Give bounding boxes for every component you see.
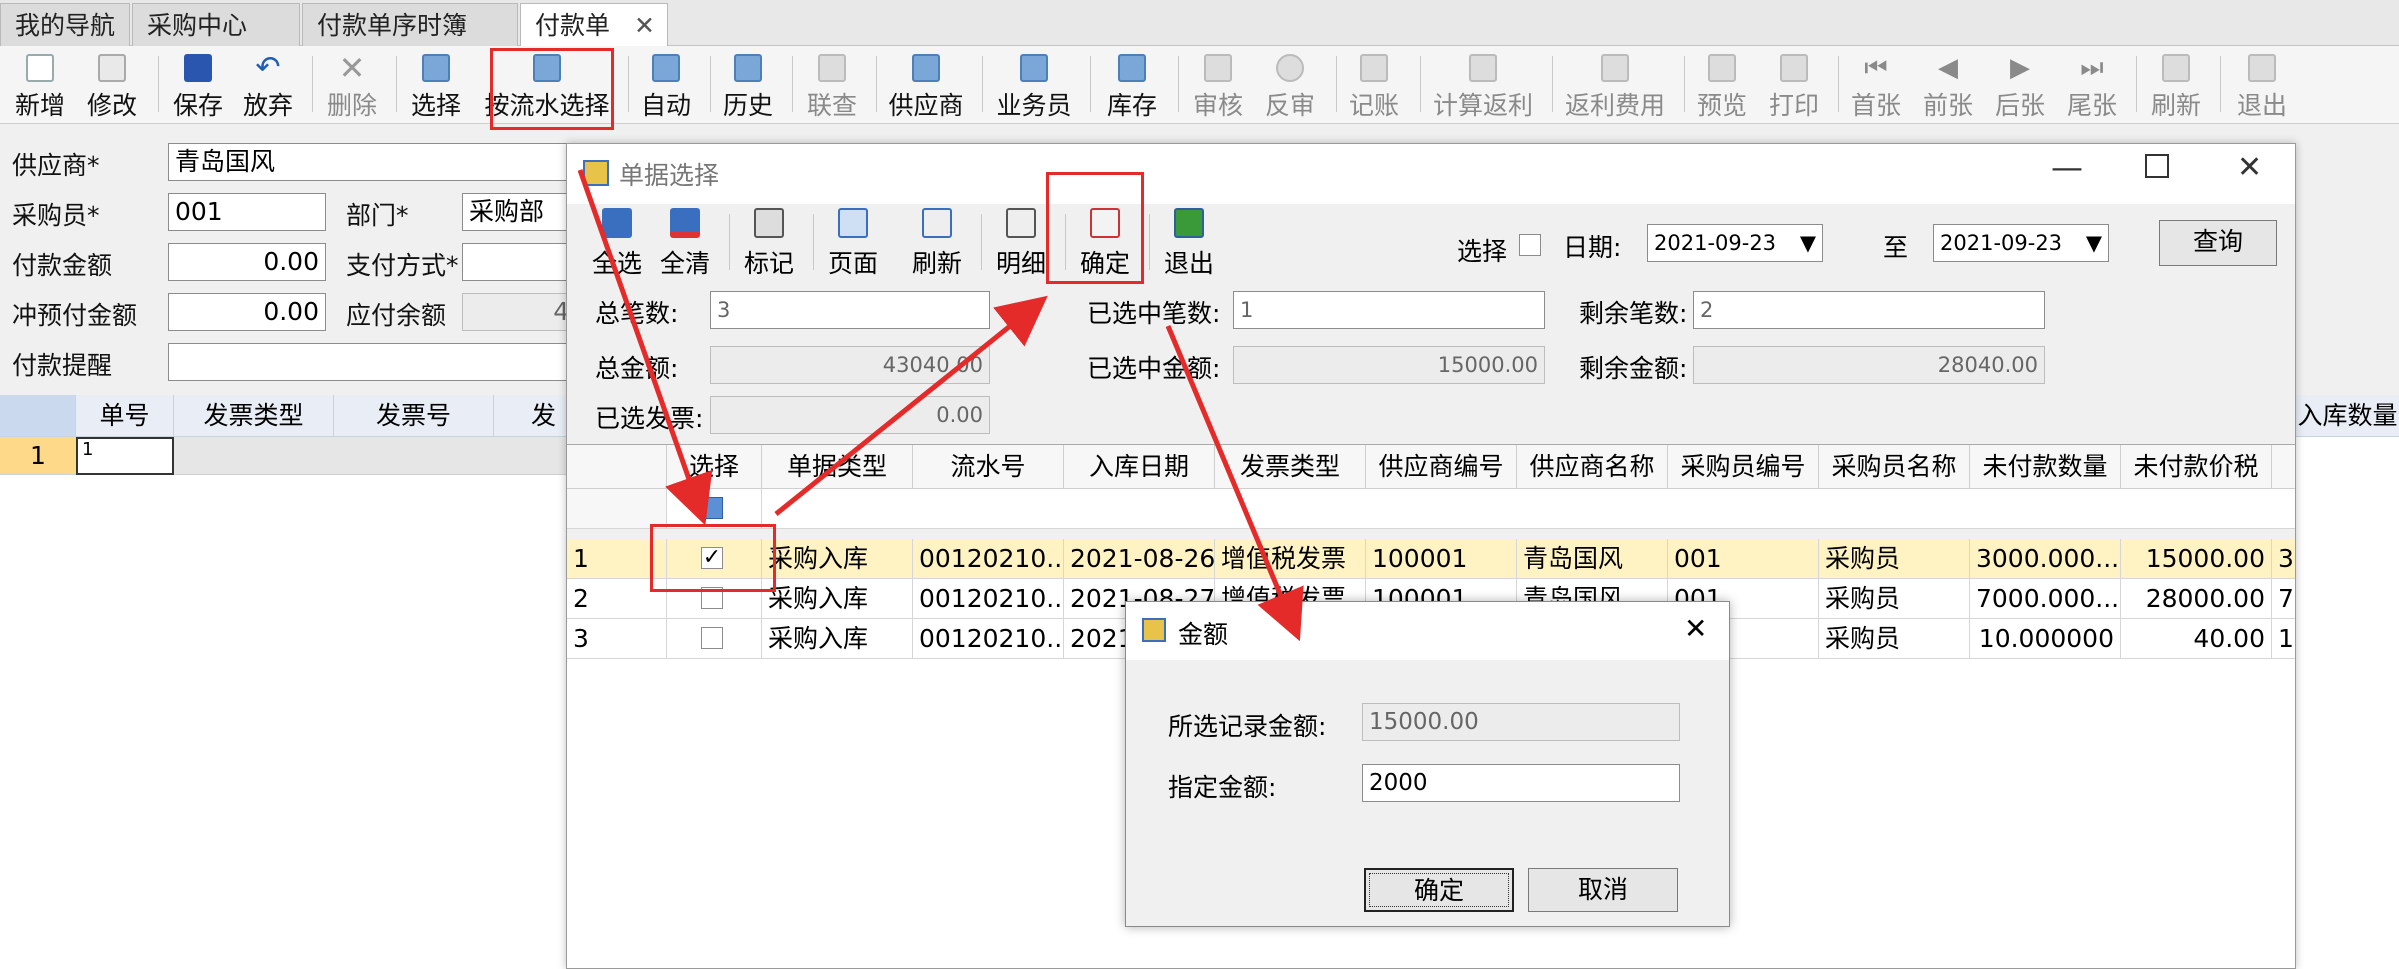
annotation-arrows — [577, 169, 1304, 642]
arrow — [774, 295, 1048, 516]
arrow — [577, 169, 713, 526]
arrow — [1165, 325, 1304, 642]
